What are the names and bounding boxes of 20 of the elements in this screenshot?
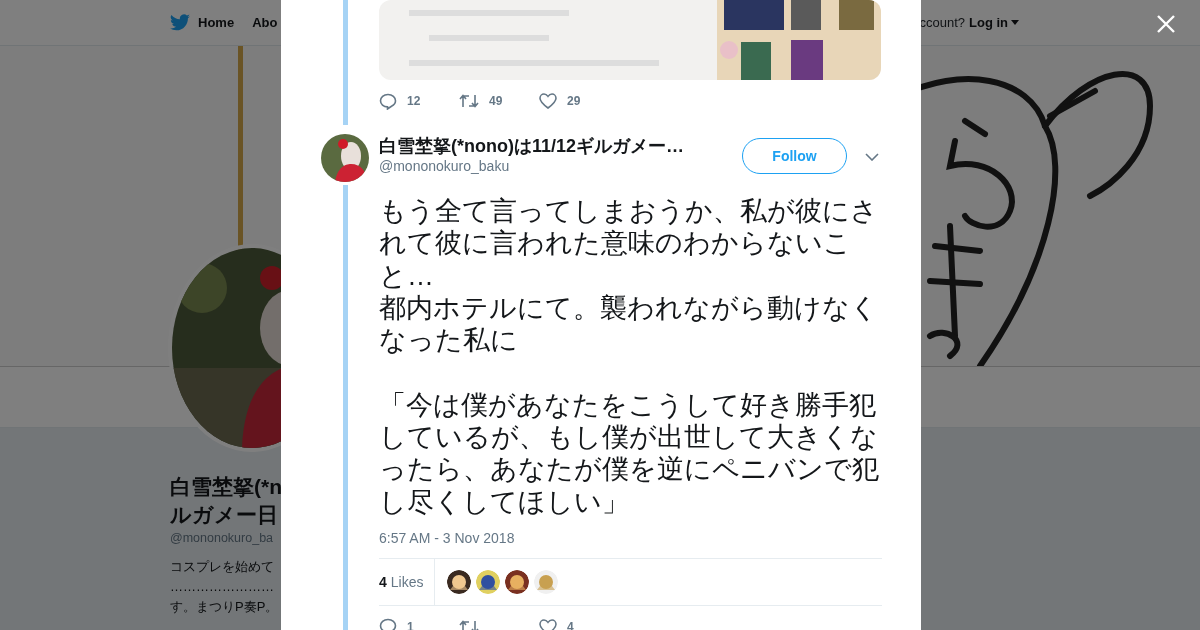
action-count: 1 <box>407 619 414 630</box>
bio-text: コスプレを始めて <box>170 558 275 576</box>
speech-bubble-icon[interactable] <box>379 618 397 630</box>
profile-handle: @mononokuro_ba <box>170 531 275 545</box>
action-count: 4 <box>567 619 574 630</box>
timestamp[interactable]: 6:57 AM - 3 Nov 2018 <box>379 529 921 546</box>
likes-count[interactable]: 4 Likes <box>379 558 436 605</box>
profile-name: 白雪埜拏(*n <box>170 474 281 500</box>
retweet-icon[interactable] <box>459 618 479 630</box>
nav-link[interactable]: Home <box>170 14 235 31</box>
caret-icon[interactable] <box>1011 20 1019 25</box>
login-link[interactable]: Log in <box>969 15 1019 30</box>
heart-icon[interactable] <box>539 618 557 630</box>
nav-link[interactable]: Abo <box>252 14 278 31</box>
profile-name: ルガメー日 <box>170 502 279 528</box>
tweet-text: 「今は僕があなたをこうして好き勝手犯しているが、もし僕が出世して大きくなったら、あなたが僕を逆にペニバンで犯し尽くしてほしい」 <box>379 388 880 518</box>
login-prompt: ccount? <box>918 15 965 30</box>
close-button[interactable] <box>1156 14 1176 34</box>
bio-text: …………………… <box>170 578 275 596</box>
bio-text: す。まつりP奏P。 <box>170 598 280 616</box>
